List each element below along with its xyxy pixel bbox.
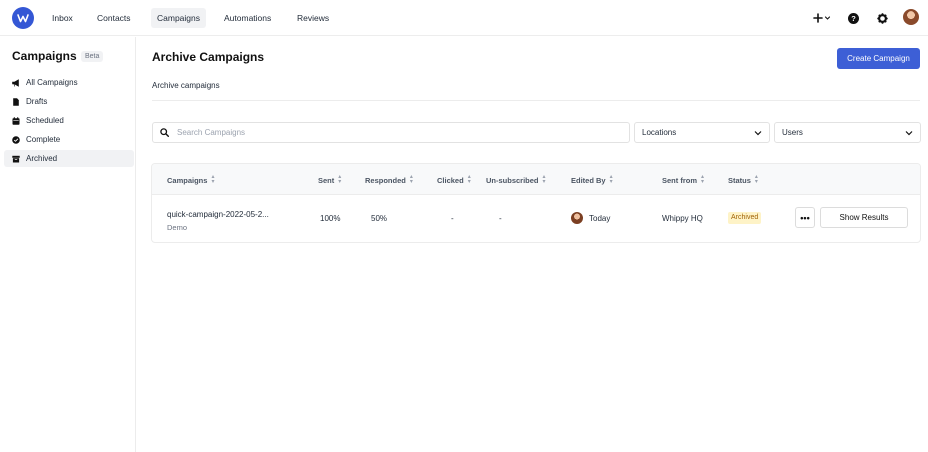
nav-campaigns[interactable]: Campaigns bbox=[151, 8, 206, 28]
users-select[interactable]: Users bbox=[774, 122, 921, 143]
edited-by-value: Today bbox=[589, 214, 611, 223]
unsubscribed-value: - bbox=[499, 214, 502, 223]
sort-icon: ▴ ▾ bbox=[338, 174, 342, 185]
sidebar-item-drafts[interactable]: Drafts bbox=[4, 93, 134, 110]
sort-icon: ▴ ▾ bbox=[467, 174, 471, 185]
column-header-campaigns[interactable]: Campaigns ▴ ▾ bbox=[167, 174, 215, 185]
megaphone-icon bbox=[12, 78, 19, 87]
sidebar-item-complete[interactable]: Complete bbox=[4, 131, 134, 148]
add-menu-button[interactable] bbox=[813, 10, 833, 26]
column-header-clicked[interactable]: Clicked ▴ ▾ bbox=[437, 174, 471, 185]
gear-icon bbox=[876, 12, 888, 24]
locations-select[interactable]: Locations bbox=[634, 122, 770, 143]
search-placeholder: Search Campaigns bbox=[177, 128, 246, 137]
campaign-name[interactable]: quick-campaign-2022-05-2... bbox=[167, 210, 269, 219]
plus-chevron-icon bbox=[813, 13, 831, 23]
users-select-label: Users bbox=[782, 128, 803, 137]
w-logo-icon bbox=[17, 14, 29, 23]
column-header-edited-by[interactable]: Edited By ▴ ▾ bbox=[571, 174, 613, 185]
campaigns-table: Campaigns ▴ ▾ Sent ▴ ▾ Responded ▴ ▾ Clicked ▴ ▾… bbox=[151, 163, 921, 243]
sort-icon: ▴ ▾ bbox=[609, 174, 613, 185]
locations-select-label: Locations bbox=[642, 128, 677, 137]
campaign-location: Demo bbox=[167, 223, 188, 232]
settings-button[interactable] bbox=[875, 10, 889, 26]
nav-inbox[interactable]: Inbox bbox=[46, 8, 79, 28]
status-badge: Archived bbox=[728, 212, 762, 224]
nav-automations[interactable]: Automations bbox=[218, 8, 277, 28]
whippy-logo[interactable] bbox=[12, 7, 34, 29]
column-header-sent-from[interactable]: Sent from ▴ ▾ bbox=[662, 174, 705, 185]
page-subtitle: Archive campaigns bbox=[152, 81, 220, 90]
divider bbox=[152, 100, 920, 101]
sidebar-title: Campaigns bbox=[12, 49, 77, 63]
sent-value: 100% bbox=[320, 214, 341, 223]
help-icon: ? bbox=[847, 12, 859, 24]
nav-contacts[interactable]: Contacts bbox=[91, 8, 137, 28]
sidebar-item-label: Scheduled bbox=[26, 116, 64, 125]
sidebar-item-scheduled[interactable]: Scheduled bbox=[4, 112, 134, 129]
sort-icon: ▴ ▾ bbox=[701, 174, 705, 185]
search-input[interactable]: Search Campaigns bbox=[152, 122, 630, 143]
sort-icon: ▴ ▾ bbox=[409, 174, 413, 185]
archive-icon bbox=[12, 155, 20, 162]
sidebar-item-all-campaigns[interactable]: All Campaigns bbox=[4, 74, 134, 91]
chevron-down-icon bbox=[754, 130, 762, 135]
help-button[interactable]: ? bbox=[846, 10, 860, 26]
chevron-down-icon bbox=[905, 130, 913, 135]
sent-from-value: Whippy HQ bbox=[662, 214, 703, 223]
nav-reviews[interactable]: Reviews bbox=[291, 8, 335, 28]
sidebar-item-archived[interactable]: Archived bbox=[4, 150, 134, 167]
column-header-responded[interactable]: Responded ▴ ▾ bbox=[365, 174, 413, 185]
sort-icon: ▴ ▾ bbox=[211, 174, 215, 185]
create-campaign-button[interactable]: Create Campaign bbox=[837, 48, 920, 69]
column-header-unsubscribed[interactable]: Un-subscribed ▴ ▾ bbox=[486, 174, 546, 185]
beta-badge: Beta bbox=[81, 51, 104, 62]
responded-value: 50% bbox=[371, 214, 388, 223]
sidebar-item-label: All Campaigns bbox=[26, 78, 78, 87]
column-header-status[interactable]: Status ▴ ▾ bbox=[728, 174, 758, 185]
show-results-button[interactable]: Show Results bbox=[820, 207, 908, 228]
column-header-sent[interactable]: Sent ▴ ▾ bbox=[318, 174, 342, 185]
sidebar-item-label: Complete bbox=[26, 135, 61, 144]
svg-text:?: ? bbox=[851, 14, 856, 23]
document-icon bbox=[13, 97, 19, 106]
clicked-value: - bbox=[451, 214, 454, 223]
sidebar-item-label: Drafts bbox=[26, 97, 48, 106]
user-avatar[interactable] bbox=[903, 9, 919, 25]
search-icon bbox=[160, 128, 169, 137]
editor-avatar bbox=[571, 212, 583, 224]
table-header: Campaigns ▴ ▾ Sent ▴ ▾ Responded ▴ ▾ Clicked ▴ ▾… bbox=[152, 164, 920, 195]
check-circle-icon bbox=[12, 135, 20, 144]
more-options-button[interactable]: ••• bbox=[795, 207, 815, 228]
page-title: Archive Campaigns bbox=[152, 50, 265, 64]
sidebar-item-label: Archived bbox=[26, 154, 58, 163]
calendar-icon bbox=[12, 116, 20, 125]
sidebar: Campaigns Beta All Campaigns Drafts Sche… bbox=[0, 37, 136, 452]
sort-icon: ▴ ▾ bbox=[754, 174, 758, 185]
sort-icon: ▴ ▾ bbox=[542, 174, 546, 185]
top-navigation: Inbox Contacts Campaigns Automations Rev… bbox=[0, 0, 928, 36]
